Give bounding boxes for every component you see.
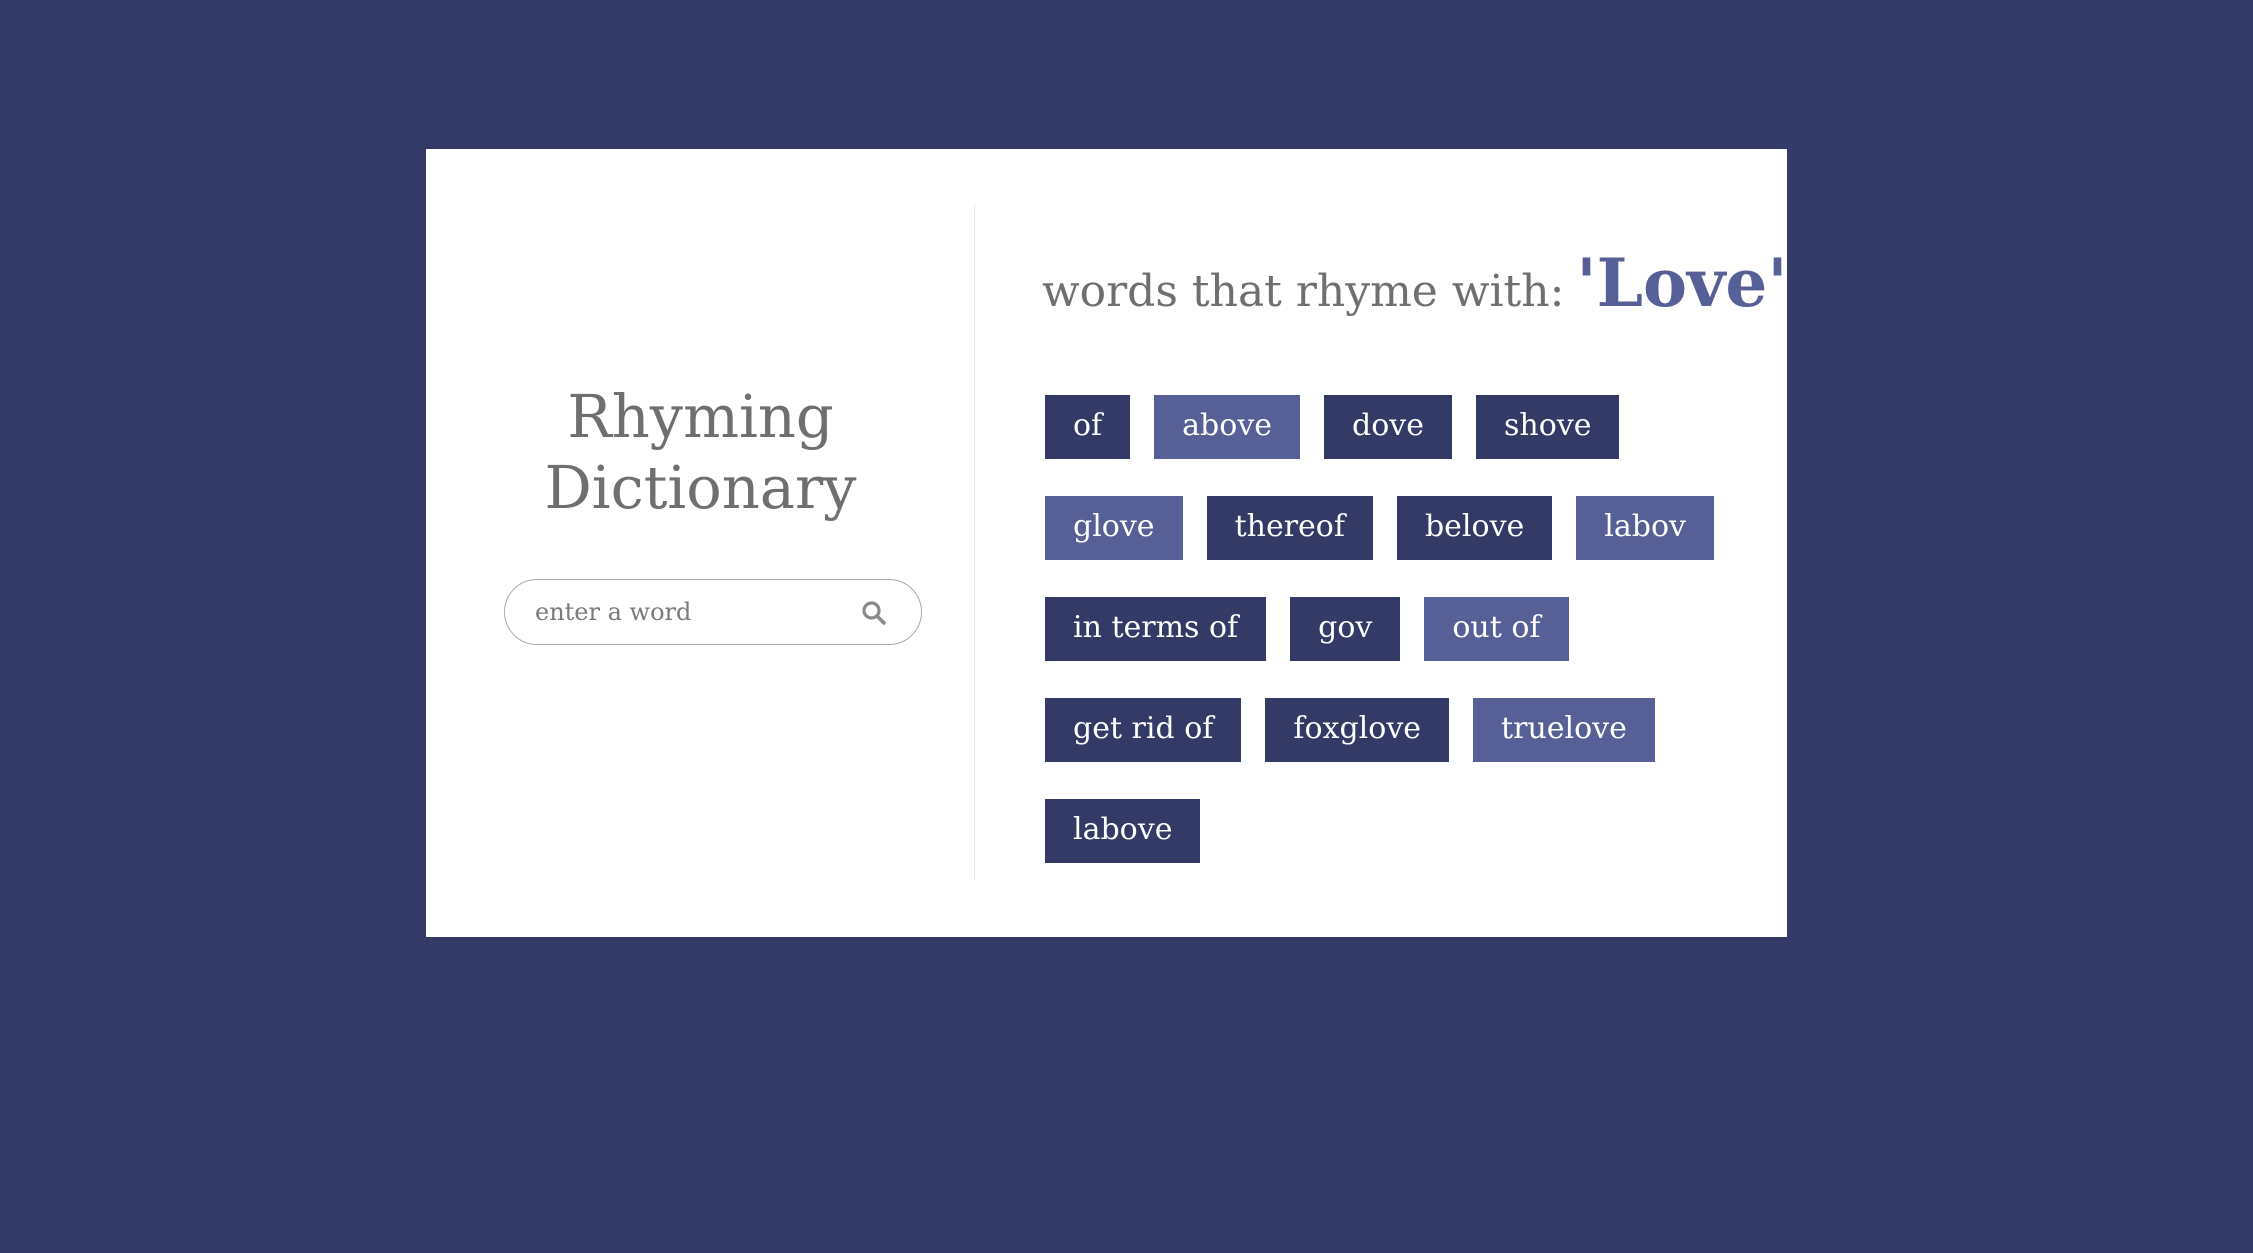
- rhyme-word-tag[interactable]: of: [1045, 395, 1131, 459]
- rhyme-word-tag[interactable]: truelove: [1473, 698, 1655, 762]
- results-query: 'Love': [1576, 244, 1788, 322]
- rhyme-word-tag[interactable]: shove: [1476, 395, 1620, 459]
- divider: [974, 205, 975, 880]
- rhyme-word-tag[interactable]: glove: [1045, 496, 1183, 560]
- rhyme-row: of above dove shove: [1045, 395, 1765, 496]
- app-title: Rhyming Dictionary: [426, 381, 975, 523]
- rhyme-row: get rid of foxglove truelove: [1045, 698, 1765, 799]
- rhyme-word-tag[interactable]: gov: [1290, 597, 1401, 661]
- rhyme-list: of above dove shove glove thereof belove labov i…: [1045, 395, 1765, 900]
- rhyme-word-tag[interactable]: belove: [1396, 496, 1553, 560]
- results-prefix: words that rhyme with:: [1042, 266, 1565, 317]
- search-bar: [504, 579, 922, 645]
- rhyme-word-tag[interactable]: thereof: [1206, 496, 1373, 560]
- search-icon[interactable]: [860, 599, 888, 627]
- rhyme-word-tag[interactable]: foxglove: [1265, 698, 1450, 762]
- rhyme-row: labove: [1045, 799, 1765, 900]
- search-input[interactable]: [535, 592, 835, 632]
- results-heading: words that rhyme with: 'Love': [1042, 244, 1788, 322]
- rhyme-word-tag[interactable]: out of: [1424, 597, 1569, 661]
- rhyme-word-tag[interactable]: get rid of: [1045, 698, 1242, 762]
- main-card: Rhyming Dictionary words that rhyme with…: [426, 149, 1788, 937]
- rhyme-word-tag[interactable]: above: [1154, 395, 1301, 459]
- app-title-line2: Dictionary: [544, 453, 857, 522]
- rhyme-word-tag[interactable]: labove: [1045, 799, 1201, 863]
- app-title-line1: Rhyming: [567, 382, 834, 451]
- rhyme-row: glove thereof belove labov: [1045, 496, 1765, 597]
- rhyme-word-tag[interactable]: labov: [1576, 496, 1714, 560]
- rhyme-word-tag[interactable]: in terms of: [1045, 597, 1267, 661]
- rhyme-row: in terms of gov out of: [1045, 597, 1765, 698]
- rhyme-word-tag[interactable]: dove: [1324, 395, 1452, 459]
